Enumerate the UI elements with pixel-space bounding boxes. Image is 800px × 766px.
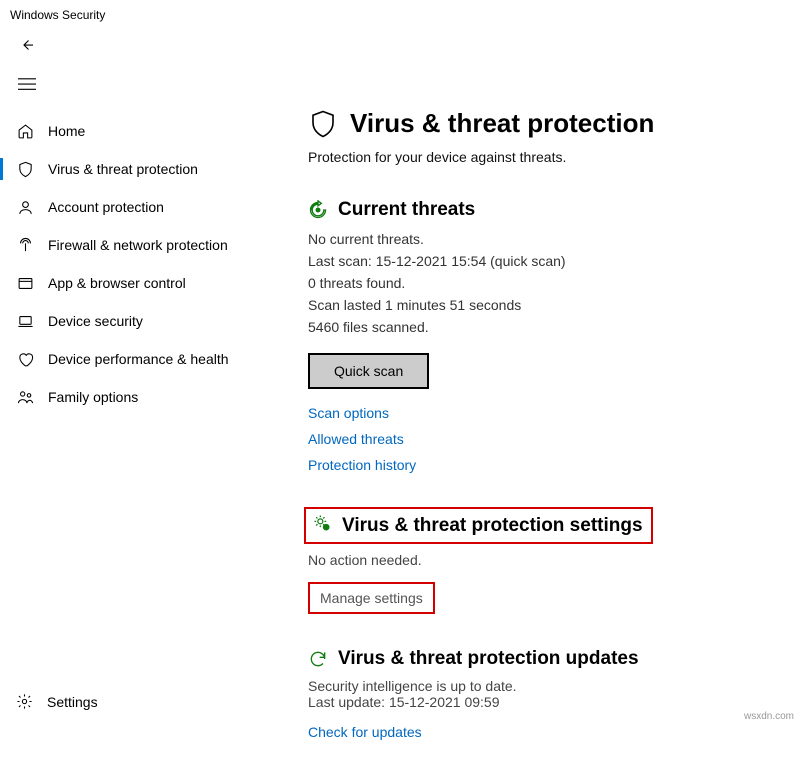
files-scanned: 5460 files scanned. [308,317,784,338]
sidebar-item-label: Home [48,123,85,139]
sidebar-item-label: Firewall & network protection [48,237,228,253]
highlight-settings-header: Virus & threat protection settings [304,507,653,544]
current-threats-section: Current threats No current threats. Last… [308,199,784,473]
sidebar-item-label: App & browser control [48,275,186,291]
sidebar-item-firewall[interactable]: Firewall & network protection [0,226,300,264]
antenna-icon [16,236,34,254]
back-button[interactable] [0,30,800,69]
laptop-icon [16,312,34,330]
window-icon [16,274,34,292]
sidebar: Home Virus & threat protection Account p… [0,104,300,766]
protection-history-link[interactable]: Protection history [308,457,784,473]
settings-gear-icon [306,513,332,538]
threats-found: 0 threats found. [308,273,784,294]
sidebar-item-home[interactable]: Home [0,112,300,150]
manage-settings-link[interactable]: Manage settings [308,582,435,614]
check-updates-link[interactable]: Check for updates [308,724,784,740]
last-update: Last update: 15-12-2021 09:59 [308,694,784,710]
sidebar-item-virus-protection[interactable]: Virus & threat protection [0,150,300,188]
hamburger-icon [18,77,36,91]
arrow-left-icon [18,36,36,54]
vtp-settings-section: Virus & threat protection settings No ac… [308,507,784,614]
sidebar-item-label: Virus & threat protection [48,161,198,177]
window-title: Windows Security [0,0,800,30]
sidebar-item-device-security[interactable]: Device security [0,302,300,340]
threats-status: No current threats. [308,229,784,250]
sidebar-item-app-browser[interactable]: App & browser control [0,264,300,302]
section-title: Virus & threat protection updates [338,648,639,670]
page-title: Virus & threat protection [350,108,654,139]
settings-label: Settings [47,694,98,710]
menu-button[interactable] [0,69,800,104]
settings-button[interactable]: Settings [0,685,114,718]
sidebar-item-label: Family options [48,389,138,405]
sidebar-item-label: Device security [48,313,143,329]
shield-icon [16,160,34,178]
scan-duration: Scan lasted 1 minutes 51 seconds [308,295,784,316]
sidebar-item-performance[interactable]: Device performance & health [0,340,300,378]
page-subtitle: Protection for your device against threa… [308,149,784,165]
allowed-threats-link[interactable]: Allowed threats [308,431,784,447]
main-content: Virus & threat protection Protection for… [300,104,800,766]
gear-icon [16,693,33,710]
watermark: wsxdn.com [744,711,794,722]
section-title: Current threats [338,199,475,221]
person-icon [16,198,34,216]
sidebar-item-label: Account protection [48,199,164,215]
quick-scan-button[interactable]: Quick scan [308,353,429,389]
last-scan: Last scan: 15-12-2021 15:54 (quick scan) [308,251,784,272]
update-icon [308,649,328,669]
sidebar-item-account-protection[interactable]: Account protection [0,188,300,226]
sidebar-item-family[interactable]: Family options [0,378,300,416]
vtp-updates-section: Virus & threat protection updates Securi… [308,648,784,740]
update-status: Security intelligence is up to date. [308,678,784,694]
sidebar-item-label: Device performance & health [48,351,229,367]
scan-options-link[interactable]: Scan options [308,405,784,421]
heart-icon [16,350,34,368]
shield-icon [308,109,338,139]
settings-status: No action needed. [308,552,784,568]
home-icon [16,122,34,140]
scan-icon [308,200,328,220]
section-title: Virus & threat protection settings [342,515,643,537]
family-icon [16,388,34,406]
